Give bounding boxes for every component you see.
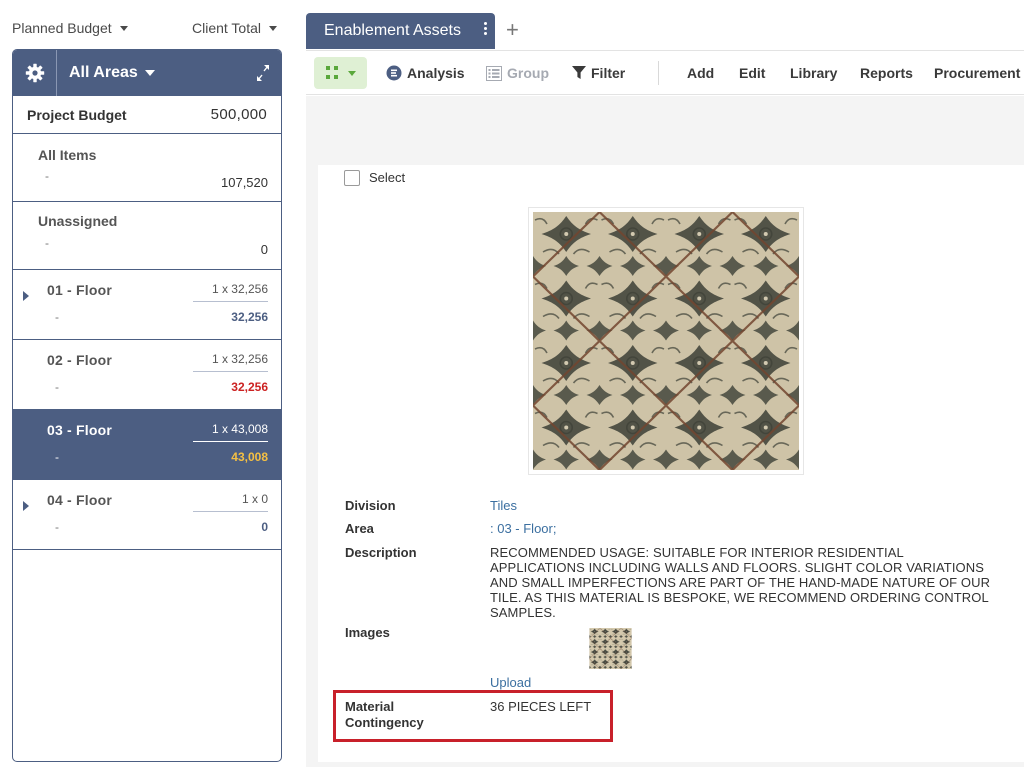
quantity-divider <box>193 301 268 302</box>
floor-label: 01 - Floor <box>47 282 113 298</box>
planned-budget-label: Planned Budget <box>12 20 112 36</box>
all-items-label: All Items <box>38 147 97 163</box>
floor-subtotal: 43,008 <box>231 450 268 464</box>
sidebar-item-all-items[interactable]: All Items - 107,520 <box>13 134 281 202</box>
quantity-divider <box>193 371 268 372</box>
toolbar: Analysis Group Filter Add Edit Library R… <box>306 50 1024 95</box>
add-label: Add <box>687 65 715 81</box>
chevron-down-icon <box>269 25 278 31</box>
analysis-label: Analysis <box>407 65 465 81</box>
unassigned-label: Unassigned <box>38 213 118 229</box>
sidebar-item-floor-02[interactable]: 02 - Floor 1 x 32,256 - 32,256 <box>13 340 281 410</box>
sidebar-item-floor-04[interactable]: 04 - Floor 1 x 0 - 0 <box>13 480 281 550</box>
project-budget-value: 500,000 <box>210 106 267 123</box>
library-label: Library <box>790 65 838 81</box>
chevron-down-icon <box>119 25 128 31</box>
project-budget-label: Project Budget <box>27 106 127 123</box>
upload-link[interactable]: Upload <box>490 675 531 690</box>
floor-dash: - <box>55 380 59 394</box>
floor-subtotal: 32,256 <box>231 380 268 394</box>
sidebar-header: All Areas <box>13 50 281 96</box>
tab-label: Enablement Assets <box>324 22 461 39</box>
area-label: Area <box>345 521 374 536</box>
edit-button[interactable]: Edit <box>739 65 765 81</box>
edit-label: Edit <box>739 65 766 81</box>
floor-dash: - <box>55 520 59 534</box>
expand-triangle-icon[interactable] <box>23 501 29 511</box>
floor-quantity: 1 x 32,256 <box>211 352 268 366</box>
client-total-label: Client Total <box>192 20 262 36</box>
grid-view-button[interactable] <box>314 57 367 89</box>
sidebar-top-dropdowns: Planned Budget Client Total <box>0 0 290 52</box>
all-items-dash: - <box>45 169 49 183</box>
select-label: Select <box>369 170 406 185</box>
tab-enablement-assets[interactable]: Enablement Assets <box>306 13 495 49</box>
quantity-divider <box>193 511 268 512</box>
sidebar-item-unassigned[interactable]: Unassigned - 0 <box>13 202 281 270</box>
floor-quantity: 1 x 43,008 <box>211 422 268 436</box>
planned-budget-dropdown[interactable]: Planned Budget <box>12 20 128 36</box>
procurement-label: Procurement <box>934 65 1021 81</box>
contingency-highlight-box <box>333 690 613 742</box>
area-value-link[interactable]: : 03 - Floor; <box>490 521 556 536</box>
reports-button[interactable]: Reports <box>860 65 913 81</box>
unassigned-dash: - <box>45 236 49 250</box>
floor-dash: - <box>55 450 59 464</box>
filter-label: Filter <box>591 65 626 81</box>
all-areas-dropdown[interactable]: All Areas <box>69 64 155 82</box>
expand-arrows-icon[interactable] <box>255 63 271 83</box>
quantity-divider <box>193 441 268 442</box>
expand-triangle-icon[interactable] <box>23 291 29 301</box>
group-button[interactable]: Group <box>486 65 549 81</box>
toolbar-divider <box>658 61 659 85</box>
gear-icon[interactable] <box>13 50 57 96</box>
division-value-link[interactable]: Tiles <box>490 498 517 513</box>
reports-label: Reports <box>860 65 913 81</box>
select-checkbox[interactable] <box>344 170 360 186</box>
analysis-circle-icon <box>386 65 402 81</box>
unassigned-value: 0 <box>260 242 268 257</box>
procurement-button[interactable]: Procurement <box>934 65 1020 81</box>
tile-thumbnail-image[interactable] <box>589 628 632 669</box>
tile-product-image <box>528 207 804 475</box>
add-tab-icon[interactable]: + <box>506 18 519 42</box>
all-areas-label: All Areas <box>69 64 138 81</box>
floor-dash: - <box>55 310 59 324</box>
sidebar-item-floor-01[interactable]: 01 - Floor 1 x 32,256 - 32,256 <box>13 270 281 340</box>
sidebar-item-floor-03[interactable]: 03 - Floor 1 x 43,008 - 43,008 <box>13 410 281 480</box>
analysis-button[interactable]: Analysis <box>386 65 465 81</box>
chevron-down-icon <box>347 70 356 76</box>
floor-subtotal: 32,256 <box>231 310 268 324</box>
floor-quantity: 1 x 32,256 <box>211 282 268 296</box>
project-budget-row: Project Budget 500,000 <box>13 96 281 134</box>
images-label: Images <box>345 625 390 640</box>
kebab-menu-icon[interactable] <box>484 22 487 35</box>
chevron-down-icon <box>144 70 155 76</box>
floor-quantity: 1 x 0 <box>241 492 268 506</box>
group-list-icon <box>486 65 502 81</box>
description-label: Description <box>345 545 417 560</box>
floor-subtotal: 0 <box>261 520 268 534</box>
division-label: Division <box>345 498 396 513</box>
floor-label: 02 - Floor <box>47 352 113 368</box>
library-button[interactable]: Library <box>790 65 837 81</box>
filter-button[interactable]: Filter <box>572 65 625 81</box>
areas-sidebar: All Areas Project Budget 500,000 All Ite… <box>12 49 282 762</box>
description-value: RECOMMENDED USAGE: SUITABLE FOR INTERIOR… <box>490 545 991 620</box>
all-items-value: 107,520 <box>221 175 268 190</box>
add-button[interactable]: Add <box>687 65 714 81</box>
filter-funnel-icon <box>572 66 586 79</box>
client-total-dropdown[interactable]: Client Total <box>192 20 278 36</box>
floor-label: 04 - Floor <box>47 492 113 508</box>
group-label: Group <box>507 65 549 81</box>
grid-view-icon <box>325 66 338 79</box>
floor-label: 03 - Floor <box>47 422 113 438</box>
